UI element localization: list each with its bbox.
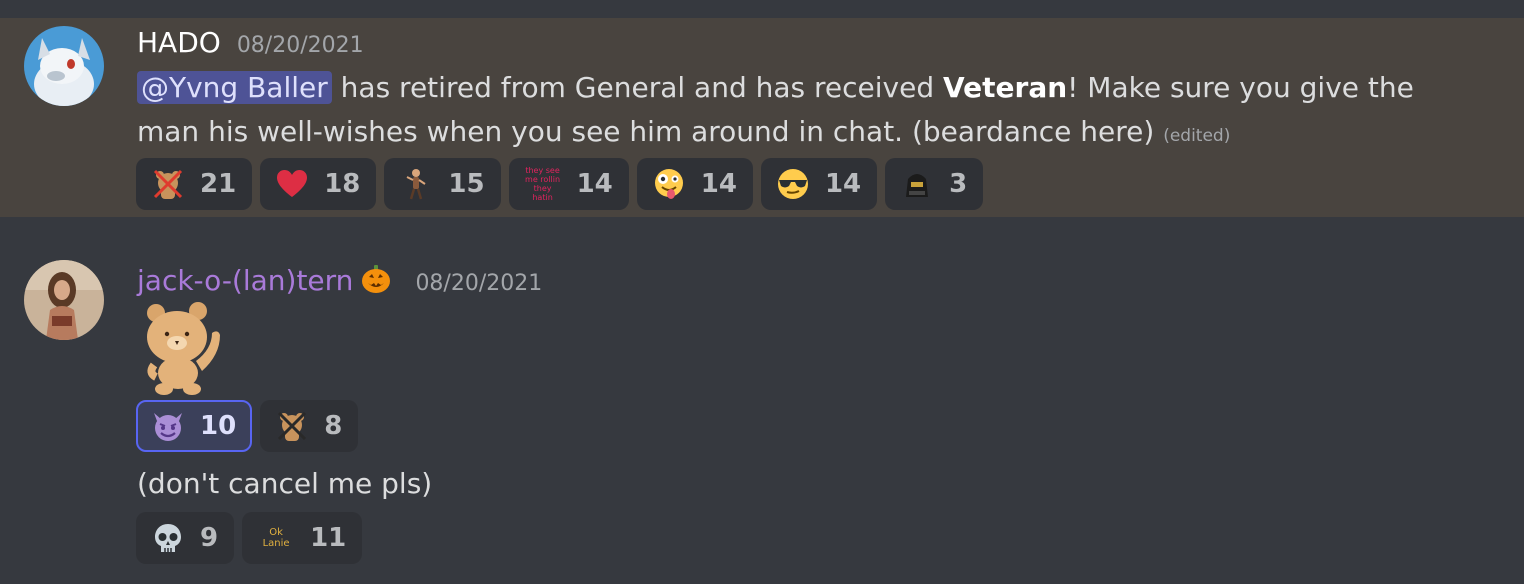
message-header: HADO 08/20/2021	[137, 26, 364, 59]
edited-label: (edited)	[1163, 126, 1231, 146]
skull-emoji	[150, 520, 186, 556]
message-header: jack-o-(lan)tern 08/20/2021	[137, 260, 542, 297]
reaction-bar: 10 8	[136, 400, 359, 452]
smiling-imp-emoji	[150, 408, 186, 444]
username[interactable]: jack-o-(lan)tern	[137, 264, 353, 297]
waving-bear-sticker[interactable]	[140, 299, 230, 397]
reaction-sunglasses-face[interactable]: 14	[760, 158, 878, 210]
message-text: (don't cancel me pls)	[137, 467, 433, 500]
reaction-count: 3	[949, 169, 968, 199]
reaction-count: 14	[700, 169, 737, 199]
reaction-count: 14	[576, 169, 613, 199]
reaction-dancing-figure[interactable]: 15	[384, 158, 501, 210]
reaction-count: 9	[200, 523, 219, 553]
reaction-heart[interactable]: 18	[260, 158, 377, 210]
sunglasses-face-emoji	[775, 166, 811, 202]
timestamp: 08/20/2021	[415, 271, 543, 296]
red-heart-emoji	[274, 166, 310, 202]
user-mention[interactable]: @Yvng Baller	[137, 71, 332, 104]
dancing-figure-emoji	[398, 166, 434, 202]
reaction-zany-face[interactable]: 14	[636, 158, 753, 210]
avatar[interactable]	[24, 260, 104, 340]
reaction-bar: 21 18 15 they see me rollin they hatin 1…	[136, 158, 984, 210]
timestamp: 08/20/2021	[236, 33, 364, 58]
message-text: @Yvng Baller has retired from General an…	[137, 66, 1437, 158]
reaction-count: 14	[824, 169, 862, 199]
reaction-text-image[interactable]: they see me rollin they hatin 14	[508, 158, 629, 210]
ok-lanie-emoji: Ok Lanie	[256, 520, 296, 556]
crossed-out-bear-emoji	[150, 166, 186, 202]
reaction-skull[interactable]: 9	[136, 512, 235, 564]
emoji-text: Ok Lanie	[262, 527, 290, 549]
username[interactable]: HADO	[137, 26, 221, 59]
role-name: Veteran	[943, 71, 1068, 104]
avatar[interactable]	[24, 26, 104, 106]
message-text-part: has retired from General and has receive…	[331, 71, 944, 104]
crossed-out-bear-emoji	[274, 408, 310, 444]
reaction-ok-lanie[interactable]: Ok Lanie 11	[242, 512, 363, 564]
reaction-count: 18	[324, 169, 361, 199]
reaction-dark-character[interactable]: 3	[885, 158, 984, 210]
reaction-smiling-imp[interactable]: 10	[136, 400, 253, 452]
reaction-count: 8	[324, 411, 343, 441]
reaction-count: 15	[448, 169, 485, 199]
message-jack-o-lantern: jack-o-(lan)tern 08/20/2021 10 8 (don't …	[0, 217, 1524, 584]
dark-character-emoji	[899, 166, 935, 202]
reaction-count: 10	[200, 411, 237, 441]
zany-face-emoji	[651, 166, 687, 202]
reaction-crossed-bear[interactable]: 8	[260, 400, 359, 452]
jack-o-lantern-icon	[361, 264, 391, 294]
reaction-bar: 9 Ok Lanie 11	[136, 512, 363, 564]
text-image-emoji: they see me rollin they hatin	[523, 166, 563, 202]
emoji-text: they see me rollin they hatin	[525, 166, 561, 202]
message-hado: HADO 08/20/2021 @Yvng Baller has retired…	[0, 18, 1524, 217]
reaction-count: 11	[310, 523, 347, 553]
reaction-count: 21	[200, 169, 237, 199]
reaction-crossed-bear[interactable]: 21	[136, 158, 253, 210]
